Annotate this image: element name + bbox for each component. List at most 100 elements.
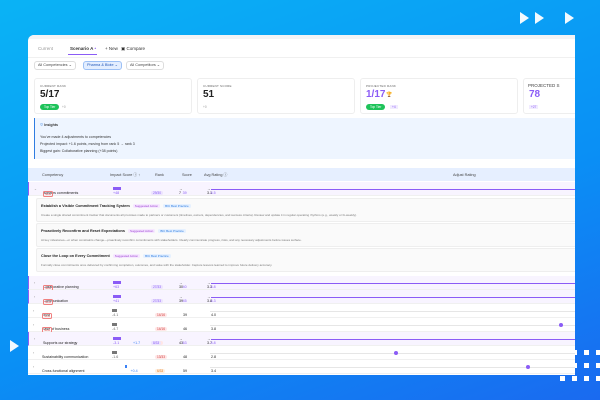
rank-to: 29/30 (151, 191, 163, 195)
tab-label: Scenario A (70, 46, 94, 51)
projected-score-card: PROJECTED S 78 +27 (523, 78, 575, 114)
app-panel: Current Scenario A • + New ▣ Compare All… (28, 35, 575, 375)
rating-slider[interactable] (210, 364, 575, 369)
impact-value: -1.6 (112, 355, 119, 359)
filter-label: All Competitors (130, 63, 156, 67)
new-tag: New (43, 191, 54, 197)
filter-competencies[interactable]: All Competencies ⌄ (34, 61, 76, 70)
rating-from: 3.4 (211, 369, 216, 373)
filter-industry[interactable]: Pharma & Biote ⌄ (83, 61, 122, 70)
suggested-action-tag: Suggested Action (112, 254, 141, 258)
action-title-text: Close the Loop on Every Commitment (41, 254, 110, 258)
action-description: Create a single shared commitment tracke… (41, 213, 357, 217)
chevron-right-icon[interactable]: › (33, 351, 34, 355)
trophy-icon: 🏆 (386, 92, 393, 98)
impact-value: -4.1 (112, 313, 119, 317)
rating-to: 4.5 (210, 191, 216, 195)
impact-value: +48 (113, 191, 120, 195)
compare-icon: ▣ (121, 46, 126, 51)
slider-handle[interactable] (525, 364, 530, 369)
rating-from: 3.8 (211, 327, 216, 331)
col-score[interactable]: Score (182, 173, 192, 177)
impact-bar (113, 281, 121, 285)
score-from: 46 (183, 327, 187, 331)
impact-bar (112, 323, 117, 327)
rating-slider[interactable] (211, 296, 575, 298)
rating-slider[interactable] (211, 188, 575, 190)
chevron-right-icon[interactable]: › (34, 337, 35, 341)
best-practice-tag: BIC Best Practice (163, 204, 191, 208)
rating-slider[interactable] (211, 338, 575, 340)
card-delta: +0 (62, 105, 66, 109)
action-description: Formally close commitments once delivere… (41, 263, 273, 267)
action-title-text: Establish a Visible Commitment Tracking … (41, 204, 130, 208)
impact-gain: +0.4 (125, 365, 138, 373)
filter-competitors[interactable]: All Competitors ⌄ (126, 61, 164, 70)
compare-button[interactable]: ▣ Compare (121, 46, 145, 52)
chevron-right-icon[interactable]: › (33, 309, 34, 313)
table-row[interactable]: › Supports our strategy -3.1 +1.711/33 →… (28, 332, 575, 346)
chevron-right-icon[interactable]: › (33, 323, 34, 327)
chevron-right-icon[interactable]: › (34, 295, 35, 299)
impact-score: -4.1 (112, 309, 118, 317)
card-delta: +0 (203, 105, 207, 109)
dot-decoration (584, 376, 589, 381)
action-title: Establish a Visible Commitment Tracking … (41, 204, 191, 208)
col-impact-score[interactable]: Impact Score ⓘ ↑ (110, 173, 140, 178)
col-rank[interactable]: Rank (155, 173, 164, 177)
triangle-decoration (565, 12, 574, 24)
rank-from: 6/33 (155, 369, 166, 373)
table-row[interactable]: ⌄ Bolsters commitments New+48 14/15 → 29… (28, 182, 575, 197)
table-row[interactable]: › Trust New -4.1 14/16 39 4.0 (28, 304, 575, 319)
rating-slider[interactable] (210, 350, 575, 355)
table-row[interactable]: › Sustainability communication -1.6 13/3… (28, 346, 575, 360)
card-value: 51 (203, 89, 215, 100)
action-title: Proactively Reconfirm and Reset Expectat… (41, 229, 186, 233)
table-row[interactable]: › Ease of business New -4.7 14/16 46 3.8 (28, 318, 575, 333)
suggested-action-tag: Suggested Action (127, 229, 156, 233)
rating-to: 4.3 (210, 299, 216, 303)
col-avg-rating[interactable]: Avg Rating ⓘ (204, 173, 227, 178)
score-from: 59 (183, 369, 187, 373)
insights-panel: ♡ Insights You've made 4 adjustments to … (34, 118, 575, 159)
impact-bar (113, 295, 121, 299)
suggested-action-card: Proactively Reconfirm and Reset Expectat… (36, 223, 575, 247)
table-row[interactable]: › Communication New+41 26/33 → 27/3339 →… (28, 290, 575, 305)
card-label: PROJECTED S (528, 83, 560, 88)
slider-handle[interactable] (394, 350, 399, 355)
projected-rank-card: PROJECTED RANK 1/17 🏆 Top Tier +4 (360, 78, 518, 114)
new-scenario-button[interactable]: + New (105, 46, 118, 51)
rank-to: 27/33 (151, 285, 163, 289)
dot-decoration (584, 350, 589, 355)
card-value: 78 (529, 89, 541, 100)
tab-scenario-a[interactable]: Scenario A • (70, 46, 96, 51)
impact-value: -4.7 (112, 327, 119, 331)
chevron-right-icon[interactable]: › (33, 365, 34, 369)
compare-label: Compare (126, 46, 146, 51)
dot-decoration (596, 363, 600, 368)
rating-from: 2.8 (211, 355, 216, 359)
action-title-text: Proactively Reconfirm and Reset Expectat… (41, 229, 125, 233)
rank-to: 27/33 (151, 299, 163, 303)
impact-value: -3.1 (113, 341, 120, 345)
table-row[interactable]: › Cross-functional alignment +0.4 6/33 59 3… (28, 360, 575, 374)
score-to: 40 (182, 285, 187, 289)
chevron-down-icon[interactable]: ⌄ (34, 187, 37, 191)
rating-slider[interactable] (210, 322, 575, 327)
rating-slider[interactable] (210, 310, 575, 312)
table-header: Competency Impact Score ⓘ ↑ Rank Score A… (28, 168, 575, 181)
chevron-right-icon[interactable]: › (34, 281, 35, 285)
table-row[interactable]: › Collaborative planning New+63 33/33 → … (28, 276, 575, 291)
competency-label: Supports our strategy (43, 341, 78, 345)
insights-title-text: Insights (44, 123, 59, 127)
impact-bar (113, 187, 121, 191)
col-competency[interactable]: Competency (42, 173, 63, 177)
top-strip (28, 35, 575, 39)
filter-label: Pharma & Biote (87, 63, 114, 67)
rating-slider[interactable] (211, 282, 575, 284)
tab-current[interactable]: Current (38, 46, 53, 51)
slider-handle[interactable] (558, 322, 563, 327)
insight-line: Projected impact: +1.6 points, moving fr… (40, 142, 135, 146)
impact-bar (125, 365, 127, 369)
lightbulb-icon: ♡ (40, 123, 44, 127)
